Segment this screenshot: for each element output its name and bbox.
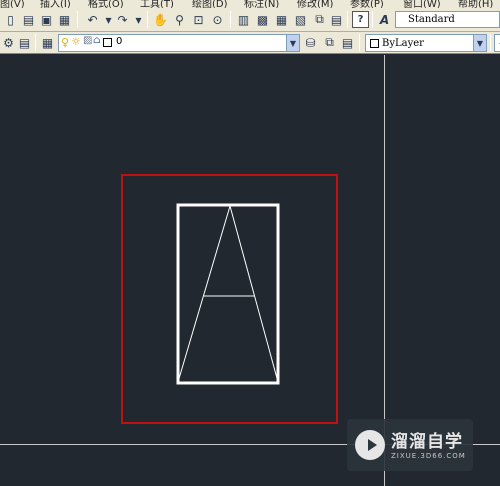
toolbar-separator [147, 11, 148, 28]
markup-icon[interactable]: ⧉ [311, 11, 328, 28]
standard-toolbar: ▯ ▤ ▣ ▦ ↶ ▾ ↷ ▾ ✋ ⚲ ⊡ ⊙ ▥ ▩ ▦ ▧ ⧉ ▤ ? A … [0, 8, 500, 32]
undo-icon[interactable]: ↶ [84, 11, 101, 28]
highlight-frame [121, 174, 338, 424]
layer-viewport-icon: ▨ [83, 35, 93, 46]
toolbar-separator [372, 11, 373, 28]
menu-window[interactable]: 窗口(W) [403, 0, 441, 8]
design-center-icon[interactable]: ▩ [254, 11, 271, 28]
open-file-icon[interactable]: ▤ [20, 11, 37, 28]
layer-on-icon: ♀ [61, 36, 70, 49]
layer-color-swatch [103, 38, 112, 47]
play-logo-icon [355, 430, 385, 460]
pan-hand-icon[interactable]: ✋ [152, 11, 169, 28]
layer-match-icon[interactable]: ⧉ [321, 34, 338, 51]
layer-lock-icon: ⌂ [93, 35, 101, 46]
toolbar-separator [347, 11, 348, 28]
make-current-icon[interactable]: ⛁ [302, 34, 319, 51]
watermark: 溜溜自学 ZIXUE.3D66.COM [347, 419, 473, 471]
color-swatch [370, 39, 379, 48]
text-style-select[interactable]: Standard [395, 11, 500, 28]
menu-modify[interactable]: 修改(M) [297, 0, 333, 8]
text-style-value: Standard [408, 14, 455, 25]
calculator-icon[interactable]: ▤ [328, 11, 345, 28]
menu-bar: 图(V) 插入(I) 格式(O) 工具(T) 绘图(D) 标注(N) 修改(M)… [0, 0, 500, 8]
toolbar-separator [490, 34, 491, 51]
new-file-icon[interactable]: ▯ [2, 11, 19, 28]
layer-name: 0 [116, 36, 123, 47]
layer-thaw-icon: ☼ [71, 35, 81, 48]
layer-iso-icon[interactable]: ▤ [339, 34, 356, 51]
plot-icon[interactable]: ▦ [56, 11, 73, 28]
layer-states-icon[interactable]: ▤ [16, 34, 33, 51]
menu-draw[interactable]: 绘图(D) [192, 0, 228, 8]
toolbar-separator [359, 34, 360, 51]
menu-parametric[interactable]: 参数(P) [350, 0, 384, 8]
zoom-window-icon[interactable]: ⊡ [190, 11, 207, 28]
toolbar-separator [77, 11, 78, 28]
sheet-set-icon[interactable]: ▧ [292, 11, 309, 28]
menu-help[interactable]: 帮助(H) [458, 0, 493, 8]
layer-select[interactable]: ♀ ☼ ▨ ⌂ 0 ▼ [58, 34, 300, 52]
layer-previous-icon[interactable]: ▦ [39, 34, 56, 51]
color-select[interactable]: ByLayer ▼ [365, 34, 487, 52]
zoom-previous-icon[interactable]: ⊙ [209, 11, 226, 28]
menu-format[interactable]: 格式(O) [88, 0, 124, 8]
help-icon[interactable]: ? [352, 11, 369, 28]
properties-icon[interactable]: ▥ [235, 11, 252, 28]
menu-dimension[interactable]: 标注(N) [244, 0, 279, 8]
menu-tools[interactable]: 工具(T) [140, 0, 174, 8]
layer-manager-icon[interactable]: ⚙ [0, 34, 17, 51]
toolbar-separator [230, 11, 231, 28]
menu-insert[interactable]: 插入(I) [40, 0, 71, 8]
watermark-title: 溜溜自学 [391, 432, 463, 452]
save-icon[interactable]: ▣ [38, 11, 55, 28]
chevron-down-icon[interactable]: ▼ [473, 35, 486, 51]
watermark-url: ZIXUE.3D66.COM [391, 452, 466, 460]
layers-toolbar: ⚙ ▤ ▦ ♀ ☼ ▨ ⌂ 0 ▼ ⛁ ⧉ ▤ ByLayer ▼ — [0, 32, 500, 54]
text-style-icon[interactable]: A [376, 11, 393, 28]
linetype-select[interactable]: — [494, 34, 500, 52]
redo-dropdown-icon[interactable]: ▾ [130, 11, 147, 28]
zoom-icon[interactable]: ⚲ [171, 11, 188, 28]
chevron-down-icon[interactable]: ▼ [286, 35, 299, 51]
tool-palette-icon[interactable]: ▦ [273, 11, 290, 28]
toolbar-separator [35, 34, 36, 51]
redo-icon[interactable]: ↷ [114, 11, 131, 28]
menu-view[interactable]: 图(V) [0, 0, 25, 8]
